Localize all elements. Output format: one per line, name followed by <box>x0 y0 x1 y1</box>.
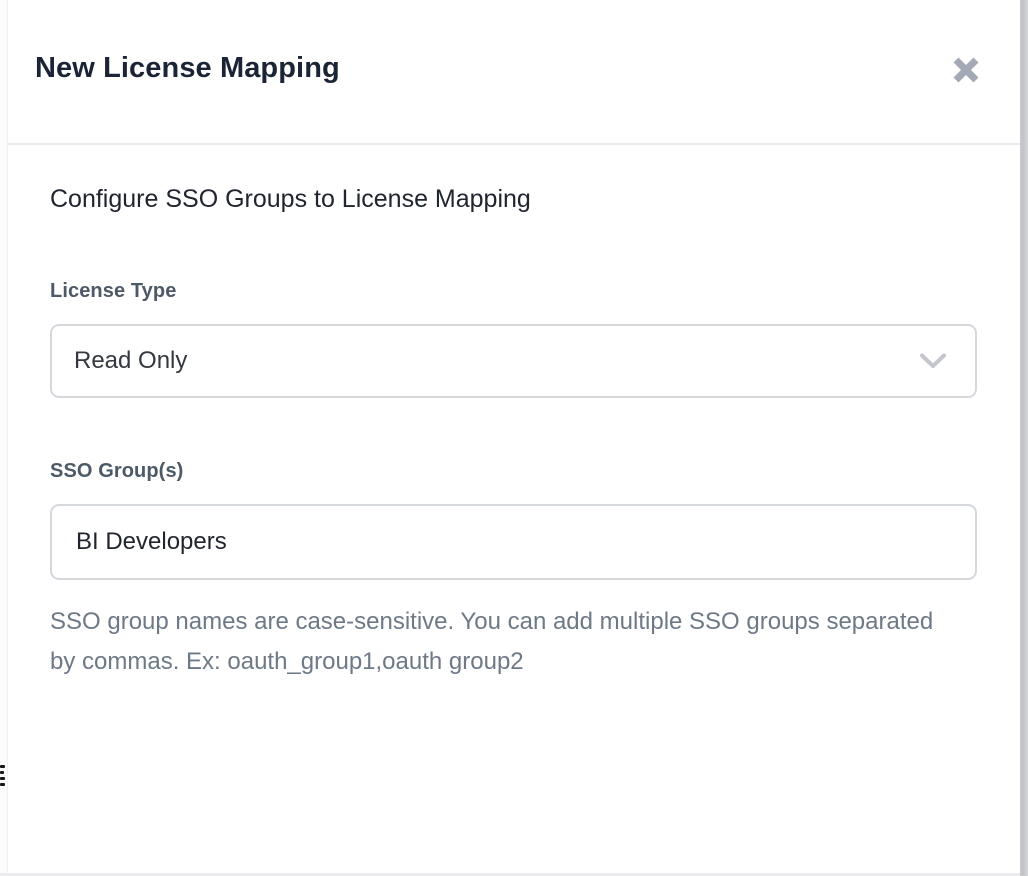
license-type-select[interactable]: Read Only <box>50 324 977 398</box>
close-icon <box>951 55 981 85</box>
page-edge-left <box>0 0 8 876</box>
chevron-down-icon <box>919 353 947 369</box>
license-type-selected-value: Read Only <box>74 347 187 375</box>
sso-groups-label: SSO Group(s) <box>50 460 183 483</box>
sso-groups-input[interactable] <box>50 504 977 580</box>
close-button[interactable] <box>944 48 988 92</box>
background-content-fragment <box>0 765 6 789</box>
sso-groups-help-text: SSO group names are case-sensitive. You … <box>50 602 940 682</box>
modal-title: New License Mapping <box>35 52 340 85</box>
modal-header: New License Mapping <box>8 0 1020 145</box>
modal-right-edge-shadow <box>1020 0 1028 876</box>
modal-description: Configure SSO Groups to License Mapping <box>50 185 531 214</box>
screen: New License Mapping Configure SSO Groups… <box>0 0 1028 876</box>
new-license-mapping-modal: New License Mapping Configure SSO Groups… <box>8 0 1020 876</box>
license-type-label: License Type <box>50 280 176 303</box>
